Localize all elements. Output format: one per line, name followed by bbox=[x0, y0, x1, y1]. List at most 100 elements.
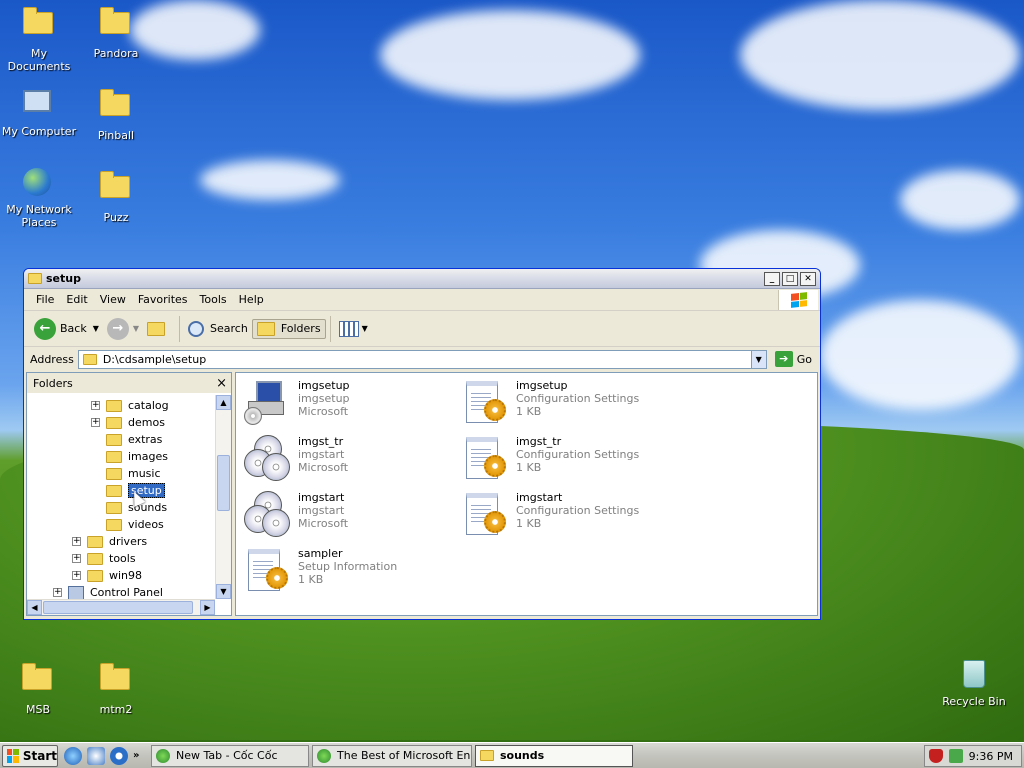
folder-icon bbox=[100, 663, 130, 690]
expand-icon[interactable]: + bbox=[53, 588, 62, 597]
title-bar[interactable]: setup _ □ ✕ bbox=[24, 269, 820, 289]
go-button[interactable]: ➔ Go bbox=[767, 351, 820, 367]
back-button[interactable]: ← Back ▼ bbox=[30, 316, 103, 342]
up-folder-button[interactable] bbox=[143, 320, 175, 338]
menu-edit[interactable]: Edit bbox=[60, 293, 93, 306]
network-globe-icon bbox=[23, 168, 51, 196]
chevron-right-icon[interactable]: » bbox=[133, 750, 143, 761]
menu-view[interactable]: View bbox=[94, 293, 132, 306]
expand-icon[interactable]: + bbox=[91, 401, 100, 410]
window-title: setup bbox=[46, 272, 81, 285]
start-button[interactable]: Start bbox=[2, 744, 58, 767]
tree-item-catalog[interactable]: + catalog bbox=[91, 397, 169, 414]
views-button[interactable]: ▼ bbox=[335, 319, 372, 339]
close-button[interactable]: ✕ bbox=[800, 271, 816, 286]
address-input[interactable]: D:\cdsample\setup ▼ bbox=[77, 349, 767, 369]
expand-icon[interactable]: + bbox=[72, 571, 81, 580]
expand-icon[interactable]: + bbox=[72, 537, 81, 546]
desktop-icon-pandora[interactable]: Pandora bbox=[78, 4, 154, 60]
file-item[interactable]: imgstart Configuration Settings 1 KB bbox=[462, 491, 639, 539]
desktop-icon-mtm2[interactable]: mtm2 bbox=[78, 660, 154, 716]
chevron-down-icon[interactable]: ▼ bbox=[93, 324, 99, 333]
tree-item-music[interactable]: music bbox=[106, 465, 161, 482]
folder-icon bbox=[106, 399, 122, 412]
tree-item-extras[interactable]: extras bbox=[106, 431, 162, 448]
browser-icon bbox=[317, 748, 331, 763]
file-item[interactable]: imgstart imgstart Microsoft bbox=[244, 491, 348, 539]
tree-item-tools[interactable]: + tools bbox=[72, 550, 136, 567]
search-button[interactable]: Search bbox=[184, 319, 252, 339]
clock[interactable]: 9:36 PM bbox=[969, 750, 1013, 763]
forward-arrow-icon: → bbox=[106, 317, 129, 340]
cloud bbox=[820, 300, 1020, 410]
scroll-up-icon[interactable]: ▲ bbox=[216, 395, 231, 410]
address-label: Address bbox=[30, 352, 74, 366]
desktop-icon-puzz[interactable]: Puzz bbox=[78, 168, 154, 224]
file-item[interactable]: imgst_tr imgstart Microsoft bbox=[244, 435, 348, 483]
file-item[interactable]: imgst_tr Configuration Settings 1 KB bbox=[462, 435, 639, 483]
shield-icon[interactable] bbox=[928, 749, 943, 763]
address-dropdown-button[interactable]: ▼ bbox=[750, 350, 766, 368]
cloud bbox=[380, 10, 640, 100]
address-value: D:\cdsample\setup bbox=[102, 352, 207, 366]
folders-horizontal-scrollbar[interactable]: ◀ ▶ bbox=[27, 599, 215, 615]
scroll-left-icon[interactable]: ◀ bbox=[27, 600, 42, 615]
tree-item-control-panel[interactable]: + Control Panel bbox=[53, 584, 163, 599]
folder-icon bbox=[106, 501, 122, 514]
expand-icon[interactable]: + bbox=[91, 418, 100, 427]
tree-item-demos[interactable]: + demos bbox=[91, 414, 165, 431]
folders-vertical-scrollbar[interactable]: ▲ ▼ bbox=[215, 395, 231, 599]
desktop-icon-msb[interactable]: MSB bbox=[0, 660, 76, 716]
scroll-down-icon[interactable]: ▼ bbox=[216, 584, 231, 599]
folder-icon bbox=[106, 416, 122, 429]
explorer-window[interactable]: setup _ □ ✕ File Edit View Favorites Too… bbox=[23, 268, 821, 620]
tree-item-win98[interactable]: + win98 bbox=[72, 567, 142, 584]
menu-file[interactable]: File bbox=[30, 293, 60, 306]
tree-item-drivers[interactable]: + drivers bbox=[72, 533, 147, 550]
scroll-right-icon[interactable]: ▶ bbox=[200, 600, 215, 615]
folder-icon bbox=[87, 535, 103, 548]
desktop-icon-my-network-places[interactable]: My Network Places bbox=[1, 166, 77, 229]
folder-icon bbox=[87, 569, 103, 582]
menu-tools[interactable]: Tools bbox=[194, 293, 233, 306]
system-tray: 9:36 PM bbox=[924, 745, 1022, 767]
chevron-down-icon[interactable]: ▼ bbox=[133, 324, 139, 333]
task-button-sounds[interactable]: sounds bbox=[475, 744, 633, 767]
folder-icon bbox=[106, 467, 122, 480]
scroll-thumb[interactable] bbox=[43, 601, 193, 614]
folder-icon bbox=[480, 750, 494, 761]
tree-item-videos[interactable]: videos bbox=[106, 516, 164, 533]
folder-icon bbox=[106, 433, 122, 446]
menu-favorites[interactable]: Favorites bbox=[132, 293, 194, 306]
scroll-thumb[interactable] bbox=[217, 455, 230, 511]
network-icon[interactable] bbox=[948, 749, 963, 763]
task-button-best-of-microsoft[interactable]: The Best of Microsoft En... bbox=[312, 744, 472, 767]
file-item[interactable]: sampler Setup Information 1 KB bbox=[244, 547, 397, 595]
windows-logo-icon bbox=[778, 290, 818, 310]
forward-button[interactable]: → ▼ bbox=[103, 316, 143, 342]
folder-icon bbox=[82, 353, 97, 365]
desktop-icon-pinball[interactable]: Pinball bbox=[78, 86, 154, 142]
desktop-icon-my-computer[interactable]: My Computer bbox=[1, 86, 77, 138]
up-folder-icon bbox=[147, 321, 166, 336]
folders-pane-close-icon[interactable]: × bbox=[216, 376, 227, 391]
task-button-new-tab[interactable]: New Tab - Cốc Cốc bbox=[151, 744, 309, 767]
folders-button[interactable]: Folders bbox=[251, 318, 326, 339]
explorer-content: Folders × + catalog + demos extras image… bbox=[26, 372, 818, 616]
expand-icon[interactable]: + bbox=[72, 554, 81, 563]
cd-program-icon bbox=[244, 435, 292, 483]
folder-icon bbox=[106, 450, 122, 463]
folder-tree: + catalog + demos extras images music se… bbox=[27, 395, 215, 599]
file-item[interactable]: imgsetup imgsetup Microsoft bbox=[244, 379, 350, 427]
minimize-button[interactable]: _ bbox=[764, 271, 780, 286]
desktop-icon-my-documents[interactable]: My Documents bbox=[1, 4, 77, 73]
desktop-icon-recycle-bin[interactable]: Recycle Bin bbox=[936, 658, 1012, 708]
internet-explorer-icon[interactable] bbox=[64, 746, 82, 765]
folder-icon bbox=[28, 273, 42, 284]
menu-help[interactable]: Help bbox=[233, 293, 270, 306]
tree-item-images[interactable]: images bbox=[106, 448, 168, 465]
file-item[interactable]: imgsetup Configuration Settings 1 KB bbox=[462, 379, 639, 427]
media-player-icon[interactable] bbox=[110, 746, 128, 765]
outlook-icon[interactable] bbox=[87, 746, 105, 765]
maximize-button[interactable]: □ bbox=[782, 271, 798, 286]
